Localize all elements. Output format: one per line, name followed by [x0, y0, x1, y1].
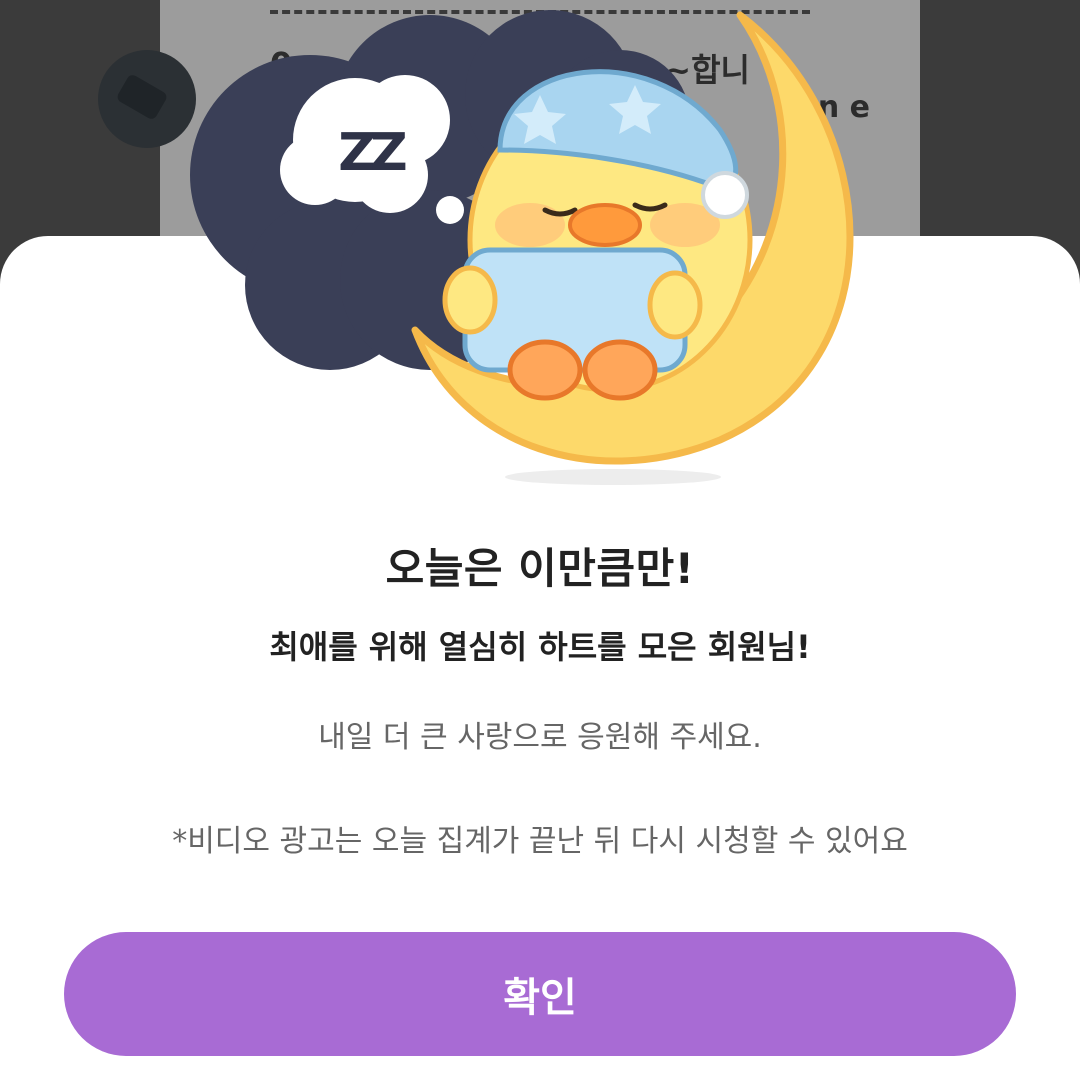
- sleeping-chick-illustration: ZZ: [190, 10, 854, 485]
- dialog-title: 오늘은 이만큼만!: [385, 544, 695, 593]
- dialog-message: 내일 더 큰 사랑으로 응원해 주세요.: [318, 720, 762, 755]
- confirm-button[interactable]: 확인: [64, 932, 1016, 1056]
- zz-sleep-text: ZZ: [338, 123, 406, 183]
- illustration-shadow: [505, 469, 721, 485]
- dialog-subtitle: 최애를 위해 열심히 하트를 모은 회원님!: [269, 628, 811, 666]
- dialog-note: *비디오 광고는 오늘 집계가 끝난 뒤 다시 시청할 수 있어요: [172, 824, 908, 859]
